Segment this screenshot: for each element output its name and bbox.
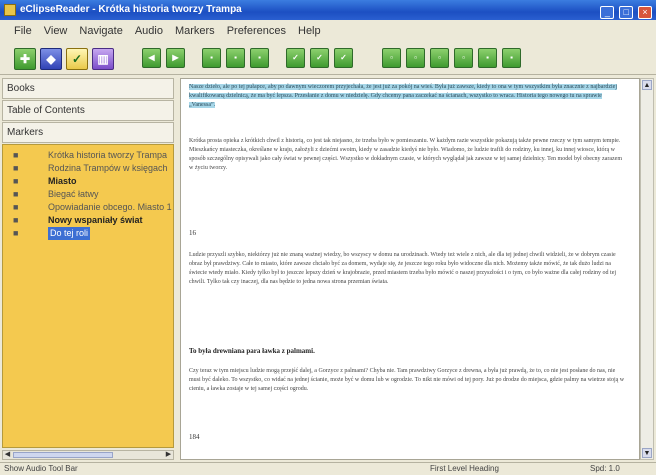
tree-item[interactable]: ■ Krótka historia tworzy Trampa <box>3 149 173 162</box>
nav-icon-3[interactable]: ▪ <box>250 48 269 68</box>
scroll-down-icon[interactable]: ▼ <box>642 448 652 458</box>
books-panel-button[interactable]: Books <box>2 78 174 99</box>
tree-item-label: Rodzina Trampów w księgach <box>48 163 168 173</box>
page-icon-2[interactable]: ▫ <box>406 48 425 68</box>
status-heading-level: First Level Heading <box>430 464 499 473</box>
document-view[interactable]: Nasze dzieło, ale po tej pułapce, aby po… <box>180 78 640 460</box>
tree-item-selected[interactable]: ■ Do tej roli <box>3 227 173 240</box>
end-icon-2[interactable]: ▪ <box>502 48 521 68</box>
heading: To była drewniana para ławka z palmami. <box>189 347 315 355</box>
document-vscrollbar[interactable]: ▲ ▼ <box>640 78 654 460</box>
window-title: eClipseReader - Krótka historia tworzy T… <box>20 4 242 15</box>
tree-item-label: Nowy wspaniały świat <box>48 215 143 225</box>
tree-item[interactable]: ■ Biegać łatwy <box>3 188 173 201</box>
bullet-icon: ■ <box>13 163 19 173</box>
markers-panel-button[interactable]: Markers <box>2 122 174 143</box>
page-number: 184 <box>189 433 200 441</box>
menu-file[interactable]: File <box>8 21 38 41</box>
tree-item-label: Miasto <box>48 176 77 186</box>
app-window: eClipseReader - Krótka historia tworzy T… <box>0 0 656 475</box>
tree-item[interactable]: ■ Opowiadanie obcego. Miasto 1 <box>3 201 173 214</box>
menu-help[interactable]: Help <box>292 21 327 41</box>
sidebar-hscrollbar[interactable]: ◀ ▶ <box>2 450 174 460</box>
window-controls: _ □ × <box>598 3 652 23</box>
bullet-icon: ■ <box>13 215 19 225</box>
check-icon[interactable]: ✓ <box>66 48 88 70</box>
menu-view[interactable]: View <box>38 21 74 41</box>
check-nav-icon-2[interactable]: ✓ <box>310 48 329 68</box>
bullet-icon: ■ <box>13 202 19 212</box>
bullet-icon: ■ <box>13 150 19 160</box>
close-button[interactable]: × <box>638 6 652 19</box>
bullet-icon: ■ <box>13 189 19 199</box>
paragraph: Czy teraz w tym miejscu ludzie mogą prze… <box>189 368 625 392</box>
bullet-icon: ■ <box>13 176 19 186</box>
paragraph: Ludzie przyszli szybko, niektórzy już ni… <box>189 252 617 285</box>
page-icon-3[interactable]: ▫ <box>430 48 449 68</box>
paragraph: Krótka prosta opieka z krótkich chwil z … <box>189 138 622 171</box>
sidebar: Books Table of Contents Markers ■ Krótka … <box>2 78 174 460</box>
tree-item-label: Do tej roli <box>48 227 91 240</box>
toc-panel-button[interactable]: Table of Contents <box>2 100 174 121</box>
page-number: 16 <box>189 229 196 237</box>
page-icon-4[interactable]: ▫ <box>454 48 473 68</box>
toolbar: ✚ ◆ ✓ ▥ ◀ ▶ ▪ ▪ ▪ ✓ ✓ ✓ ▫ ▫ ▫ ▫ ▪ ▪ <box>0 42 656 75</box>
page-icon-1[interactable]: ▫ <box>382 48 401 68</box>
tree-item[interactable]: ■ Nowy wspaniały świat <box>3 214 173 227</box>
menu-markers[interactable]: Markers <box>169 21 221 41</box>
tree-item-label: Biegać łatwy <box>48 189 99 199</box>
tree-item-label: Opowiadanie obcego. Miasto 1 <box>48 202 172 212</box>
check-nav-icon-3[interactable]: ✓ <box>334 48 353 68</box>
minimize-button[interactable]: _ <box>600 6 615 19</box>
forward-icon[interactable]: ▶ <box>166 48 185 68</box>
menu-bar: File View Navigate Audio Markers Preferences H… <box>0 21 656 41</box>
nav-icon-1[interactable]: ▪ <box>202 48 221 68</box>
tree-item-label: Krótka historia tworzy Trampa <box>48 150 168 160</box>
bookmark-blue-icon[interactable]: ◆ <box>40 48 62 70</box>
highlighted-text: Nasze dzieło, ale po tej pułapce, aby po… <box>189 84 618 108</box>
menu-preferences[interactable]: Preferences <box>221 21 292 41</box>
bullet-icon: ■ <box>13 228 19 238</box>
tree-item[interactable]: ■ Miasto <box>3 175 173 188</box>
tree-item[interactable]: ■ Rodzina Trampów w księgach <box>3 162 173 175</box>
scroll-thumb[interactable] <box>13 452 113 458</box>
zoom-icon[interactable]: ✚ <box>14 48 36 70</box>
menu-navigate[interactable]: Navigate <box>73 21 128 41</box>
status-bar: Show Audio Tool Bar First Level Heading … <box>0 462 656 475</box>
back-icon[interactable]: ◀ <box>142 48 161 68</box>
end-icon-1[interactable]: ▪ <box>478 48 497 68</box>
highlighted-paragraph: Nasze dzieło, ale po tej pułapce, aby po… <box>189 83 625 110</box>
markers-tree: ■ Krótka historia tworzy Trampa ■ Rodzina … <box>2 144 174 448</box>
menu-audio[interactable]: Audio <box>129 21 169 41</box>
check-nav-icon-1[interactable]: ✓ <box>286 48 305 68</box>
maximize-button[interactable]: □ <box>619 6 634 19</box>
status-message: Show Audio Tool Bar <box>4 464 78 473</box>
title-bar: eClipseReader - Krótka historia tworzy T… <box>0 0 656 20</box>
scroll-right-icon[interactable]: ▶ <box>164 451 173 459</box>
nav-icon-2[interactable]: ▪ <box>226 48 245 68</box>
status-speed: Spd: 1.0 <box>590 464 620 473</box>
library-icon[interactable]: ▥ <box>92 48 114 70</box>
scroll-left-icon[interactable]: ◀ <box>3 451 12 459</box>
scroll-up-icon[interactable]: ▲ <box>642 80 652 90</box>
app-icon <box>4 4 16 16</box>
